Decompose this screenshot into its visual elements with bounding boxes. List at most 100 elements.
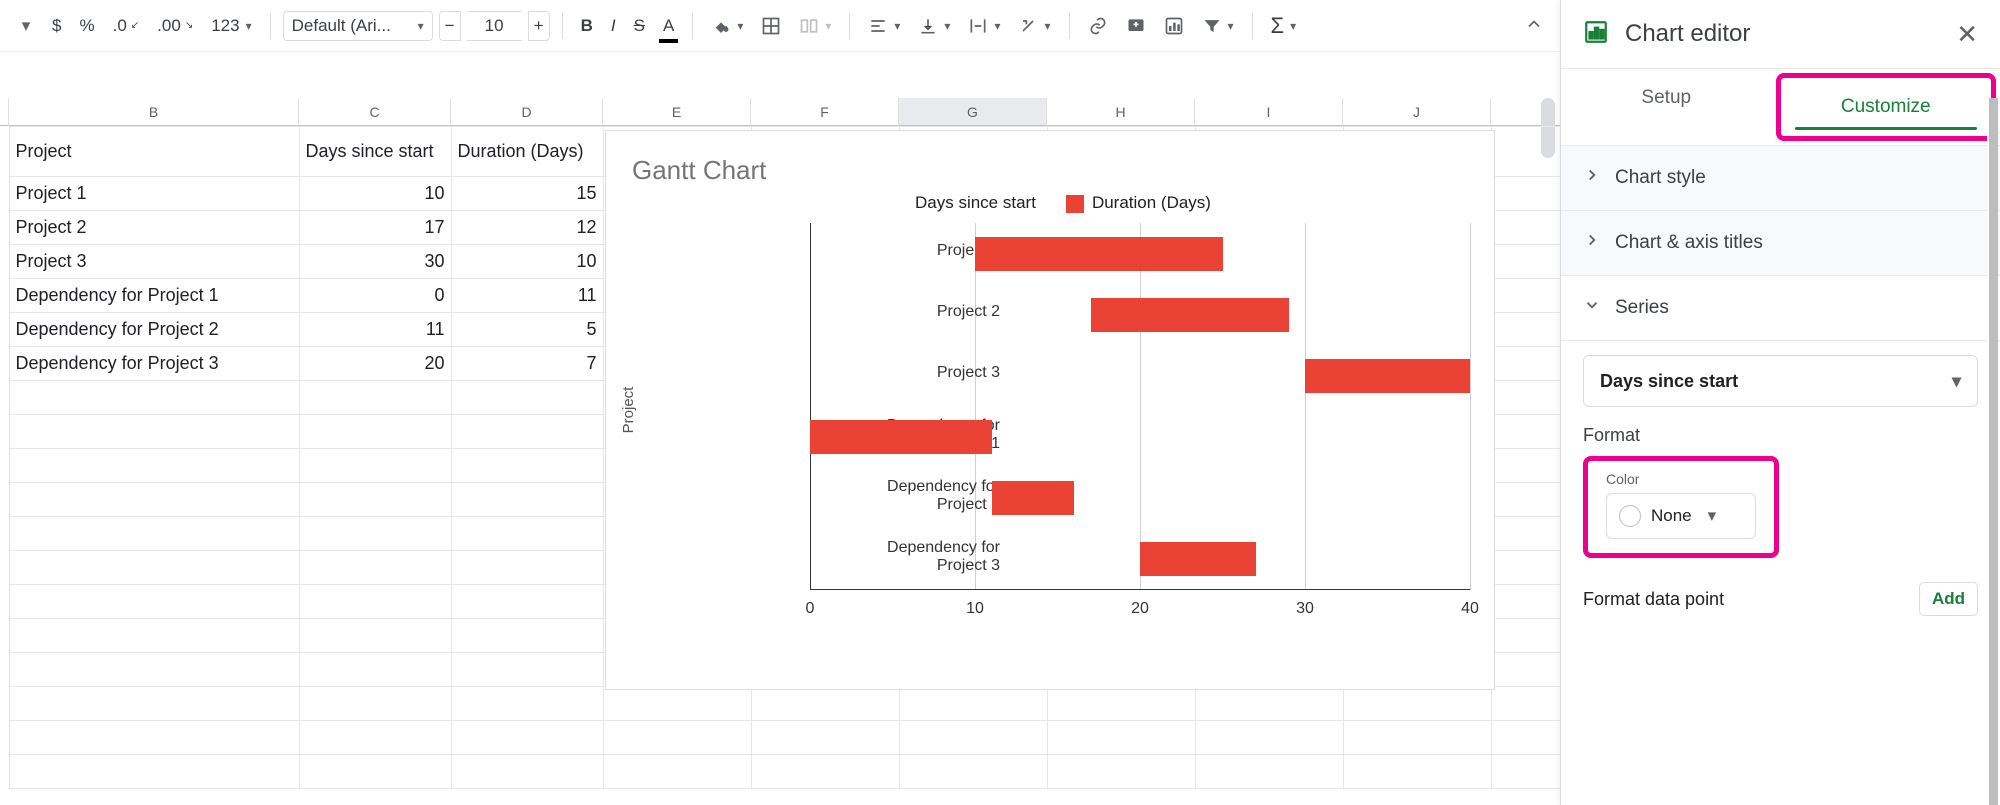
more-formats-button[interactable]: 123▾ <box>205 12 257 40</box>
cell[interactable]: Dependency for Project 3 <box>9 347 299 381</box>
column-header-F[interactable]: F <box>751 98 899 126</box>
cell[interactable] <box>899 687 1047 721</box>
tab-setup[interactable]: Setup <box>1561 69 1772 145</box>
fill-color-button[interactable]: ▾ <box>705 12 749 40</box>
borders-button[interactable] <box>755 12 787 40</box>
cell[interactable] <box>9 483 299 517</box>
cell[interactable] <box>299 517 451 551</box>
cell[interactable]: 7 <box>451 347 603 381</box>
cell[interactable]: 11 <box>451 279 603 313</box>
cell[interactable] <box>899 721 1047 755</box>
cell[interactable] <box>603 721 751 755</box>
cell[interactable]: 10 <box>451 245 603 279</box>
cell[interactable] <box>1343 755 1491 789</box>
accordion-chart-style[interactable]: Chart style <box>1561 146 2000 211</box>
accordion-axis-titles[interactable]: Chart & axis titles <box>1561 211 2000 276</box>
cell[interactable] <box>299 585 451 619</box>
cell[interactable] <box>299 381 451 415</box>
cell[interactable] <box>299 483 451 517</box>
cell[interactable] <box>451 551 603 585</box>
column-header-B[interactable]: B <box>9 98 299 126</box>
close-panel-button[interactable]: ✕ <box>1956 19 1978 50</box>
text-wrapping-button[interactable]: ▾ <box>962 12 1006 40</box>
bar-segment[interactable] <box>992 481 1075 515</box>
cell[interactable]: 0 <box>299 279 451 313</box>
cell[interactable]: Dependency for Project 2 <box>9 313 299 347</box>
series-selector[interactable]: Days since start ▾ <box>1583 355 1978 407</box>
vertical-align-button[interactable]: ▾ <box>912 12 956 40</box>
cell[interactable] <box>299 653 451 687</box>
insert-chart-button[interactable] <box>1158 12 1190 40</box>
font-selector[interactable]: Default (Ari... ▾ <box>283 11 433 41</box>
cell[interactable]: 10 <box>299 177 451 211</box>
cell[interactable] <box>1195 721 1343 755</box>
column-header-H[interactable]: H <box>1047 98 1195 126</box>
cell[interactable] <box>451 755 603 789</box>
font-size-decrease[interactable]: − <box>439 11 461 41</box>
cell[interactable] <box>451 483 603 517</box>
cell[interactable] <box>9 415 299 449</box>
cell[interactable] <box>751 755 899 789</box>
cell[interactable] <box>451 585 603 619</box>
insert-comment-button[interactable] <box>1120 12 1152 40</box>
cell[interactable]: 15 <box>451 177 603 211</box>
column-header-I[interactable]: I <box>1195 98 1343 126</box>
cell[interactable] <box>751 687 899 721</box>
panel-scrollbar[interactable] <box>1987 98 1998 805</box>
cell[interactable] <box>9 653 299 687</box>
functions-button[interactable]: Σ▾ <box>1265 9 1303 43</box>
cell[interactable] <box>451 517 603 551</box>
cell[interactable]: 11 <box>299 313 451 347</box>
cell[interactable] <box>1195 755 1343 789</box>
cell[interactable] <box>9 381 299 415</box>
filter-button[interactable]: ▾ <box>1196 12 1240 40</box>
font-size-input[interactable]: 10 <box>467 11 522 41</box>
cell[interactable]: Days since start <box>299 127 451 177</box>
tab-customize[interactable]: Customize <box>1776 73 1997 141</box>
cell[interactable] <box>299 551 451 585</box>
text-rotation-button[interactable]: ▾ <box>1012 12 1056 40</box>
cell[interactable]: Project 2 <box>9 211 299 245</box>
percent-button[interactable]: % <box>73 12 100 40</box>
cell[interactable] <box>1047 687 1195 721</box>
cell[interactable]: 17 <box>299 211 451 245</box>
cell[interactable]: Dependency for Project 1 <box>9 279 299 313</box>
cell[interactable] <box>299 449 451 483</box>
column-header-D[interactable]: D <box>451 98 603 126</box>
cell[interactable] <box>451 381 603 415</box>
cell[interactable] <box>451 619 603 653</box>
cell[interactable] <box>1047 721 1195 755</box>
cell[interactable]: 20 <box>299 347 451 381</box>
gantt-chart[interactable]: Gantt Chart Days since start Duration (D… <box>605 130 1495 690</box>
cell[interactable] <box>9 755 299 789</box>
accordion-series[interactable]: Series <box>1561 276 2000 341</box>
cell[interactable] <box>299 619 451 653</box>
cell[interactable] <box>9 551 299 585</box>
bold-button[interactable]: B <box>575 12 599 40</box>
cell[interactable] <box>451 687 603 721</box>
strikethrough-button[interactable]: S <box>628 12 651 40</box>
bar-segment[interactable] <box>975 237 1223 271</box>
cell[interactable] <box>451 415 603 449</box>
cell[interactable] <box>603 687 751 721</box>
cell[interactable] <box>1343 687 1491 721</box>
bar-segment[interactable] <box>810 420 992 454</box>
currency-button[interactable]: $ <box>46 12 67 40</box>
cell[interactable] <box>1047 755 1195 789</box>
add-data-point-button[interactable]: Add <box>1919 582 1978 616</box>
insert-link-button[interactable] <box>1082 12 1114 40</box>
column-header-E[interactable]: E <box>603 98 751 126</box>
cell[interactable]: 5 <box>451 313 603 347</box>
cell[interactable] <box>9 449 299 483</box>
column-header-G[interactable]: G <box>899 98 1047 126</box>
column-header-J[interactable]: J <box>1343 98 1491 126</box>
cell[interactable] <box>299 415 451 449</box>
cell[interactable] <box>899 755 1047 789</box>
series-color-picker[interactable]: None ▾ <box>1606 493 1756 539</box>
cell[interactable] <box>1195 687 1343 721</box>
cell[interactable] <box>9 687 299 721</box>
increase-decimal-button[interactable]: .00↘ <box>151 12 199 40</box>
cell[interactable] <box>451 653 603 687</box>
cell[interactable]: 30 <box>299 245 451 279</box>
decrease-decimal-button[interactable]: .0↙ <box>107 12 146 40</box>
